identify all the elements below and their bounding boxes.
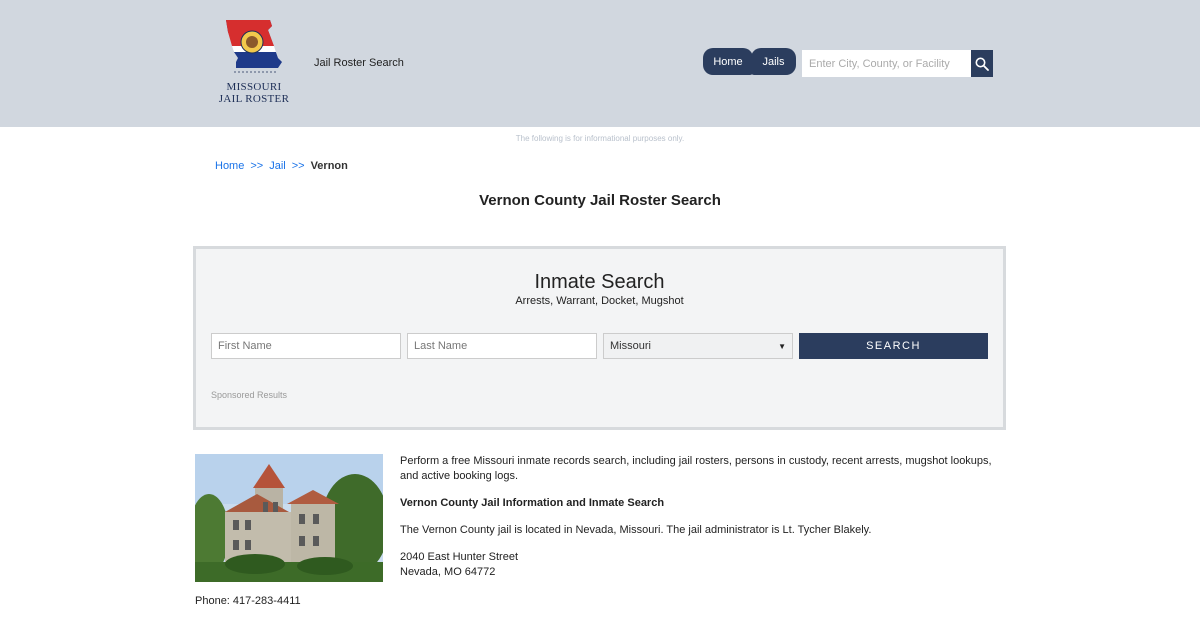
sponsored-results-label: Sponsored Results (211, 390, 288, 400)
location-paragraph: The Vernon County jail is located in Nev… (400, 524, 872, 536)
nav-jails-button[interactable]: Jails (751, 48, 796, 75)
breadcrumb-current: Vernon (310, 160, 348, 172)
inmate-search-subtitle: Arrests, Warrant, Docket, Mugshot (515, 295, 684, 307)
courthouse-photo (195, 454, 383, 582)
site-header: MISSOURI JAIL ROSTER Jail Roster Search … (0, 0, 1200, 127)
breadcrumb-jail-link[interactable]: Jail (269, 160, 286, 172)
inmate-search-panel: Inmate Search Arrests, Warrant, Docket, … (193, 246, 1006, 430)
state-select[interactable]: Missouri ▼ (603, 333, 793, 359)
disclaimer-text: The following is for informational purpo… (515, 134, 685, 143)
jail-info-section: Perform a free Missouri inmate records s… (400, 454, 1000, 580)
facility-search-button[interactable] (971, 50, 993, 77)
info-heading: Vernon County Jail Information and Inmat… (400, 497, 665, 509)
nav-home-button[interactable]: Home (703, 48, 753, 75)
logo-line2: JAIL ROSTER (218, 93, 290, 105)
first-name-input[interactable] (211, 333, 401, 359)
address-line1: 2040 East Hunter Street (400, 551, 519, 563)
logo-text: MISSOURI JAIL ROSTER (212, 81, 296, 105)
state-select-value: Missouri (610, 340, 651, 352)
page-title: Vernon County Jail Roster Search (479, 192, 721, 209)
missouri-state-map-icon (226, 20, 282, 73)
inmate-search-button[interactable]: SEARCH (799, 333, 988, 359)
breadcrumb-separator: >> (250, 160, 264, 172)
last-name-input[interactable] (407, 333, 597, 359)
breadcrumb: Home >> Jail >> Vernon (215, 160, 348, 172)
chevron-down-icon: ▼ (778, 341, 786, 351)
facility-search-input[interactable] (802, 50, 972, 77)
missouri-jail-roster-logo[interactable]: MISSOURI JAIL ROSTER (212, 18, 296, 108)
search-icon (975, 57, 989, 71)
logo-line1: MISSOURI (226, 81, 282, 93)
address: 2040 East Hunter Street Nevada, MO 64772 (400, 550, 1000, 580)
breadcrumb-home-link[interactable]: Home (215, 160, 244, 172)
breadcrumb-separator: >> (291, 160, 305, 172)
intro-paragraph: Perform a free Missouri inmate records s… (400, 455, 992, 482)
site-name[interactable]: Jail Roster Search (314, 57, 404, 69)
inmate-search-title: Inmate Search (534, 271, 665, 293)
phone-number: Phone: 417-283-4411 (195, 595, 301, 607)
address-line2: Nevada, MO 64772 (400, 566, 496, 578)
